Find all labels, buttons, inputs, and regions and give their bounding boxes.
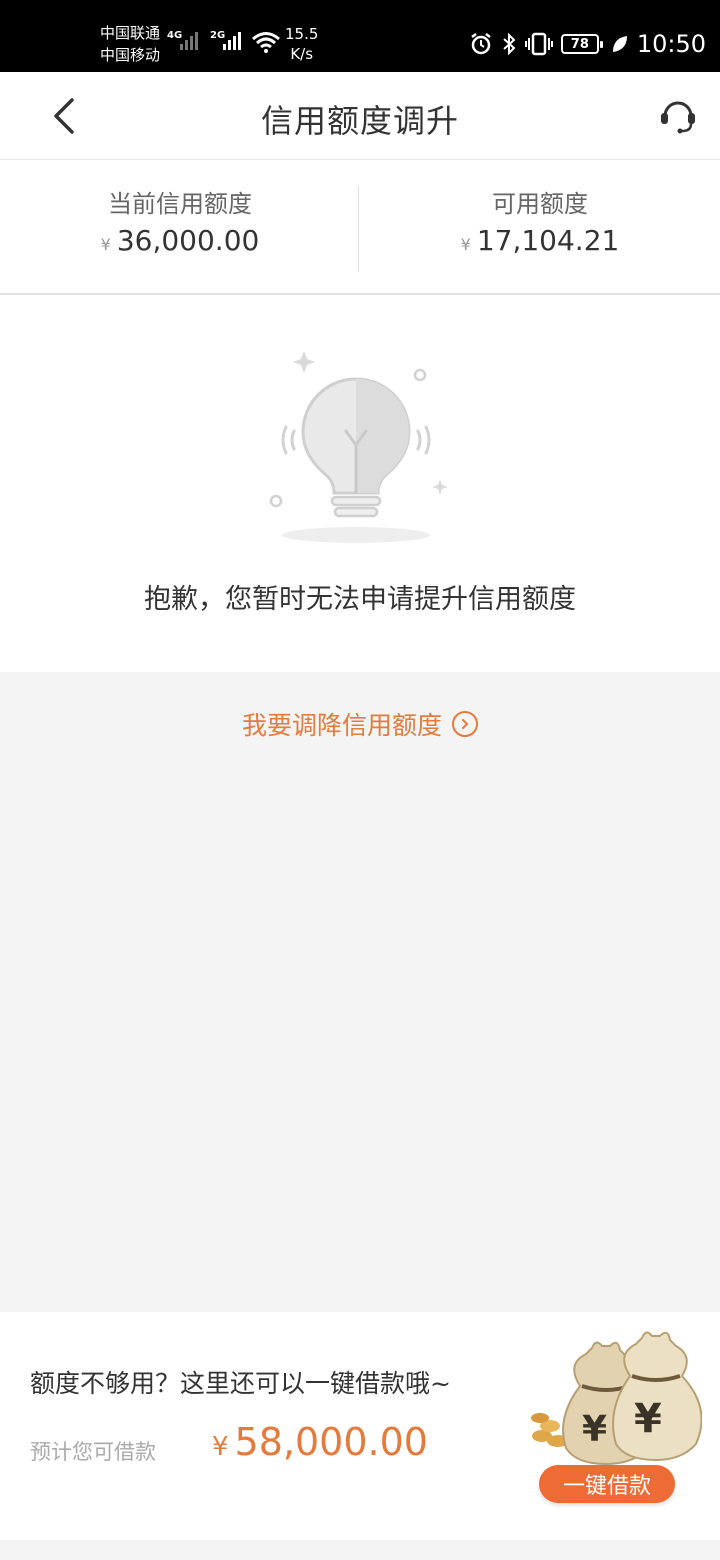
available-credit-label: 可用额度 (492, 190, 588, 218)
carrier-names: 中国联通 中国移动 (100, 22, 160, 66)
speed-value: 15.5 (285, 25, 319, 43)
svg-text:¥: ¥ (634, 1396, 662, 1442)
status-bar: 中国联通 中国移动 4G 2G 15.5 K/s 78 10:50 (0, 0, 720, 72)
carrier-1: 中国联通 (100, 24, 161, 42)
one-click-loan-button[interactable]: 一键借款 (539, 1465, 675, 1503)
available-credit-value: 17,104.21 (476, 224, 620, 257)
money-bags-illustration: ¥ ¥ (531, 1331, 702, 1466)
vibrate-icon (524, 32, 553, 56)
battery-indicator: 78 (560, 34, 603, 54)
battery-level: 78 (570, 36, 589, 52)
currency-symbol: ¥ (460, 235, 471, 254)
current-credit-label: 当前信用额度 (108, 190, 252, 218)
loan-amount-value: 58,000.00 (234, 1420, 428, 1464)
status-icons: 78 10:50 (469, 26, 706, 62)
page-title: 信用额度调升 (260, 102, 459, 140)
loan-estimate-amount: ¥58,000.00 (212, 1420, 428, 1464)
divider (358, 186, 359, 272)
available-credit: 可用额度 ¥17,104.21 (360, 160, 720, 295)
loan-promo-card: 额度不够用？这里还可以一键借款哦~ 预计您可借款 ¥58,000.00 ¥ ¥ … (0, 1312, 720, 1540)
lightbulb-icon (269, 351, 448, 543)
credit-summary: 当前信用额度 ¥36,000.00 可用额度 ¥17,104.21 (0, 160, 720, 295)
bluetooth-icon (503, 32, 516, 56)
signal-icon (180, 32, 198, 50)
network-speed: 15.5 K/s (285, 24, 318, 64)
circle-chevron-right-icon (452, 711, 478, 737)
currency-symbol: ¥ (212, 1432, 229, 1462)
svg-text:¥: ¥ (582, 1409, 607, 1450)
alarm-icon (471, 33, 491, 55)
available-credit-value-row: ¥17,104.21 (360, 224, 720, 257)
current-credit-value-row: ¥36,000.00 (0, 224, 360, 257)
loan-promo-text: 额度不够用？这里还可以一键借款哦~ (30, 1369, 451, 1398)
nav-bar: 信用额度调升 (0, 72, 720, 160)
reduce-credit-link[interactable]: 我要调降信用额度 (0, 706, 720, 742)
bottom-strip (0, 1540, 720, 1560)
current-credit-limit: 当前信用额度 ¥36,000.00 (0, 160, 360, 295)
reduce-credit-label: 我要调降信用额度 (241, 711, 442, 740)
loan-estimate-label: 预计您可借款 (30, 1440, 156, 1464)
headset-icon[interactable] (658, 96, 698, 136)
currency-symbol: ¥ (100, 235, 111, 254)
current-credit-value: 36,000.00 (116, 224, 260, 257)
carrier-2: 中国移动 (100, 46, 161, 64)
empty-state-message: 抱歉，您暂时无法申请提升信用额度 (144, 584, 576, 615)
wifi-icon (252, 32, 280, 53)
empty-state: 抱歉，您暂时无法申请提升信用额度 (0, 295, 720, 672)
leaf-icon (612, 36, 627, 52)
clock: 10:50 (636, 30, 706, 58)
signal-icon (223, 32, 241, 50)
speed-unit: K/s (290, 45, 314, 63)
